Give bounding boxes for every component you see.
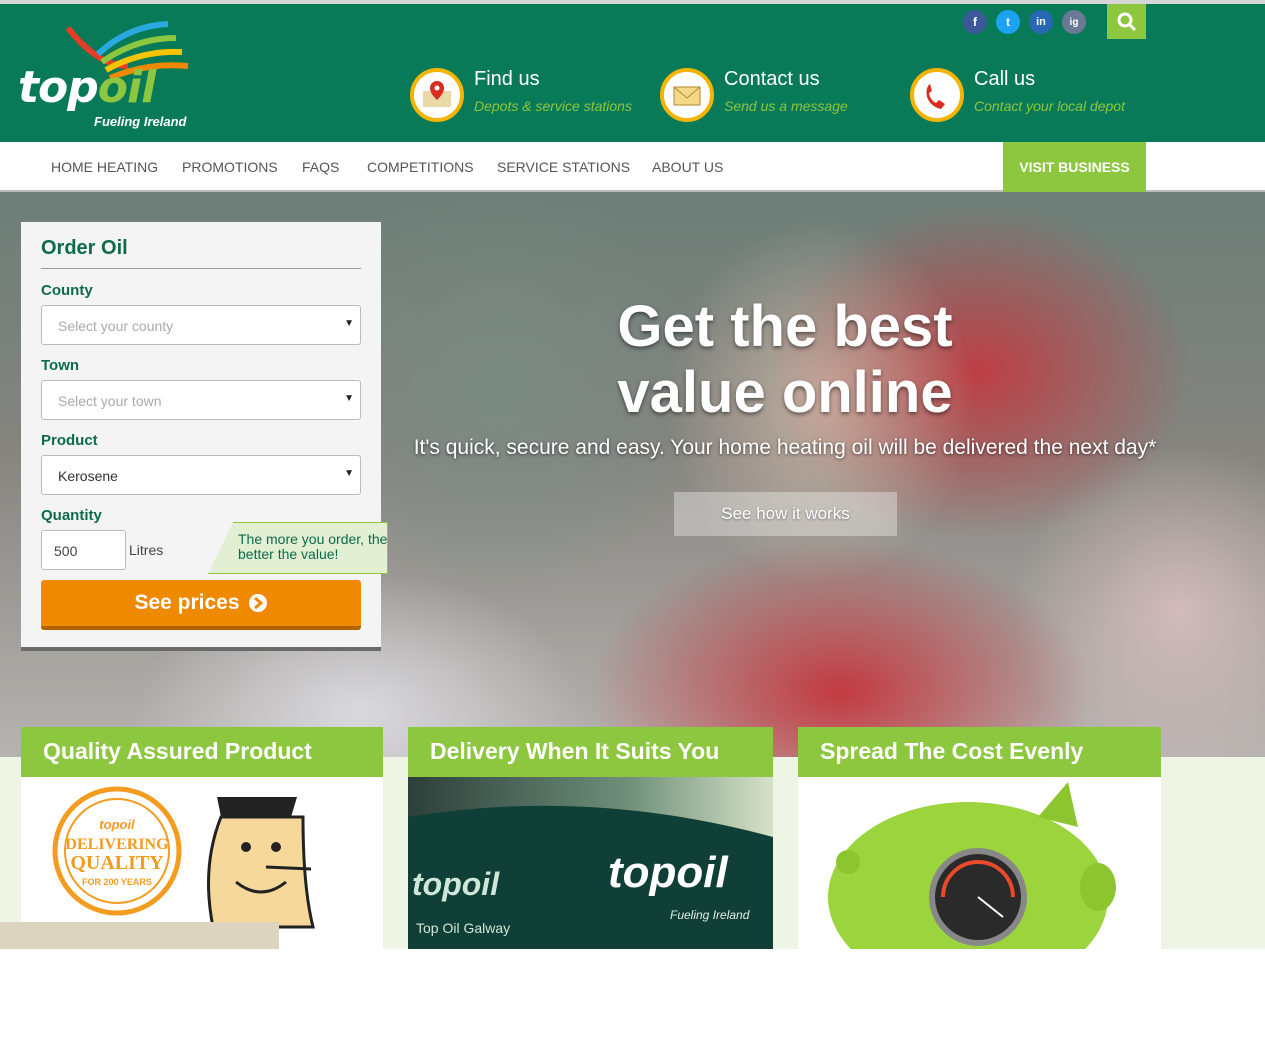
chevron-down-icon: ▼ (344, 393, 354, 404)
nav-home-heating[interactable]: HOME HEATING (51, 159, 158, 175)
piggy-bank-gauge-illustration (828, 782, 1116, 949)
hero-subtitle: It's quick, secure and easy. Your home h… (413, 436, 1157, 459)
search-button[interactable] (1107, 4, 1146, 39)
see-how-it-works-button[interactable]: See how it works (674, 492, 897, 536)
nav-faqs[interactable]: FAQS (302, 159, 339, 175)
order-oil-panel: Order Oil County Select your county ▼ Tow… (21, 222, 388, 647)
arrow-circle-right-icon (248, 594, 267, 612)
see-prices-button[interactable]: See prices (41, 580, 361, 630)
twitter-icon[interactable]: t (996, 10, 1020, 34)
visit-business-button[interactable]: VISIT BUSINESS (1003, 142, 1146, 192)
header-find-us[interactable]: Find us Depots & service stations (410, 66, 640, 126)
header-call-us[interactable]: Call us Contact your local depot (910, 66, 1140, 126)
order-oil-title: Order Oil (41, 237, 128, 259)
chevron-down-icon: ▼ (344, 318, 354, 329)
nav-about-us[interactable]: ABOUT US (652, 159, 723, 175)
svg-text:FOR 200 YEARS: FOR 200 YEARS (82, 877, 152, 887)
logo-wordmark: topoil (18, 62, 156, 113)
feature-card-quality[interactable]: Quality Assured Product topoil DELIVERIN… (21, 727, 383, 949)
feature-title-quality: Quality Assured Product (21, 727, 383, 777)
svg-text:Fueling Ireland: Fueling Ireland (670, 908, 750, 922)
see-prices-label: See prices (134, 591, 240, 614)
chevron-down-icon: ▼ (344, 468, 354, 479)
map-pin-icon (410, 68, 464, 122)
facebook-icon[interactable]: f (963, 10, 987, 34)
logo-tagline: Fueling Ireland (94, 114, 187, 129)
feature-card-delivery[interactable]: Delivery When It Suits You topoil Top Oi… (408, 727, 773, 949)
search-icon (1117, 12, 1136, 31)
hero-title: Get the best value online (617, 294, 953, 425)
header-contact-us[interactable]: Contact us Send us a message (660, 66, 860, 126)
envelope-icon (660, 68, 714, 122)
site-header: topoil Fueling Ireland f t in ig Find us… (0, 4, 1265, 142)
linkedin-icon[interactable]: in (1029, 10, 1053, 34)
bottom-cookie-bar (0, 922, 279, 949)
value-tip-text: The more you order, the better the value… (238, 531, 388, 562)
contact-us-title: Contact us (724, 68, 820, 90)
svg-text:topoil: topoil (608, 848, 729, 897)
town-select[interactable]: Select your town ▼ (41, 380, 361, 420)
nav-competitions[interactable]: COMPETITIONS (367, 159, 474, 175)
county-select[interactable]: Select your county ▼ (41, 305, 361, 345)
quantity-unit: Litres (129, 542, 164, 558)
contact-us-subtitle: Send us a message (724, 98, 848, 114)
svg-text:Top Oil Galway: Top Oil Galway (416, 920, 510, 936)
main-nav: HOME HEATING PROMOTIONS FAQS COMPETITION… (0, 142, 1265, 192)
phone-icon (910, 68, 964, 122)
order-divider (41, 268, 361, 269)
quantity-label: Quantity (41, 507, 102, 524)
find-us-subtitle: Depots & service stations (474, 98, 632, 114)
county-label: County (41, 282, 93, 299)
feature-title-delivery: Delivery When It Suits You (408, 727, 773, 777)
call-us-subtitle: Contact your local depot (974, 98, 1125, 114)
svg-text:DELIVERING: DELIVERING (65, 836, 169, 853)
svg-text:topoil: topoil (412, 866, 500, 902)
call-us-title: Call us (974, 68, 1036, 90)
find-us-title: Find us (474, 68, 540, 90)
feature-card-spread-cost[interactable]: Spread The Cost Evenly (798, 727, 1161, 949)
town-label: Town (41, 357, 80, 374)
svg-text:topoil: topoil (99, 817, 135, 832)
delivery-truck-image: topoil Top Oil Galway topoil Fueling Ire… (408, 777, 773, 949)
product-select[interactable]: Kerosene ▼ (41, 455, 361, 495)
svg-text:QUALITY: QUALITY (70, 852, 164, 874)
nav-promotions[interactable]: PROMOTIONS (182, 159, 278, 175)
instagram-icon[interactable]: ig (1062, 10, 1086, 34)
quantity-input[interactable]: 500 (41, 530, 126, 570)
feature-title-spread-cost: Spread The Cost Evenly (798, 727, 1161, 777)
nav-service-stations[interactable]: SERVICE STATIONS (497, 159, 630, 175)
product-label: Product (41, 432, 98, 449)
topoil-logo[interactable]: topoil Fueling Ireland (18, 16, 198, 134)
